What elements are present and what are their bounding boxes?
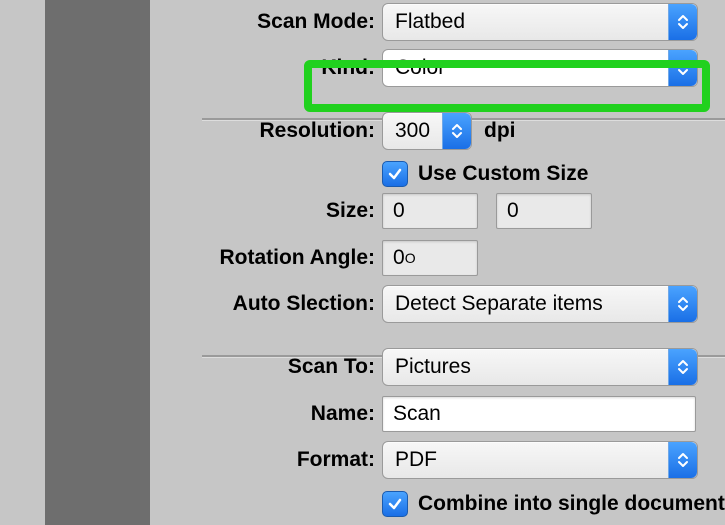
left-gutter (0, 0, 45, 525)
name-label: Name: (311, 402, 375, 426)
scanner-settings-panel: Scan Mode: Flatbed Kind: Color (0, 0, 725, 525)
chevron-updown-icon (668, 4, 697, 40)
rotation-label: Rotation Angle: (219, 246, 375, 270)
scan-mode-label: Scan Mode: (257, 10, 375, 34)
resolution-select[interactable]: 300 (382, 112, 472, 150)
scan-to-select[interactable]: Pictures (382, 348, 698, 386)
auto-selection-label: Auto Slection: (233, 292, 375, 316)
format-select[interactable]: PDF (382, 441, 698, 479)
kind-value: Color (383, 56, 668, 80)
size-width-input[interactable]: 0 (382, 193, 478, 229)
combine-checkbox[interactable]: Combine into single document (382, 491, 725, 517)
sidebar-strip (45, 0, 150, 525)
chevron-updown-icon (668, 286, 697, 322)
checkmark-icon (382, 491, 408, 517)
size-label: Size: (326, 199, 375, 223)
format-label: Format: (297, 448, 375, 472)
checkmark-icon (382, 161, 408, 187)
resolution-value: 300 (383, 119, 442, 143)
auto-selection-select[interactable]: Detect Separate items (382, 285, 698, 323)
auto-selection-value: Detect Separate items (383, 292, 668, 316)
format-value: PDF (383, 448, 668, 472)
chevron-updown-icon (668, 349, 697, 385)
rotation-input[interactable]: 0O (382, 240, 478, 276)
scan-to-value: Pictures (383, 355, 668, 379)
scan-to-label: Scan To: (288, 355, 375, 379)
name-input[interactable]: Scan (382, 396, 696, 432)
use-custom-size-checkbox[interactable]: Use Custom Size (382, 161, 588, 187)
kind-select[interactable]: Color (382, 49, 698, 87)
use-custom-size-label: Use Custom Size (418, 162, 588, 186)
combine-label: Combine into single document (418, 492, 725, 516)
scan-mode-value: Flatbed (383, 10, 668, 34)
chevron-updown-icon (668, 442, 697, 478)
size-height-input[interactable]: 0 (496, 193, 592, 229)
settings-form: Scan Mode: Flatbed Kind: Color (150, 0, 725, 525)
scan-mode-select[interactable]: Flatbed (382, 3, 698, 41)
kind-label: Kind: (321, 56, 375, 80)
chevron-updown-icon (668, 50, 697, 86)
resolution-label: Resolution: (260, 119, 376, 143)
chevron-updown-icon (442, 113, 471, 149)
resolution-unit: dpi (484, 119, 516, 143)
